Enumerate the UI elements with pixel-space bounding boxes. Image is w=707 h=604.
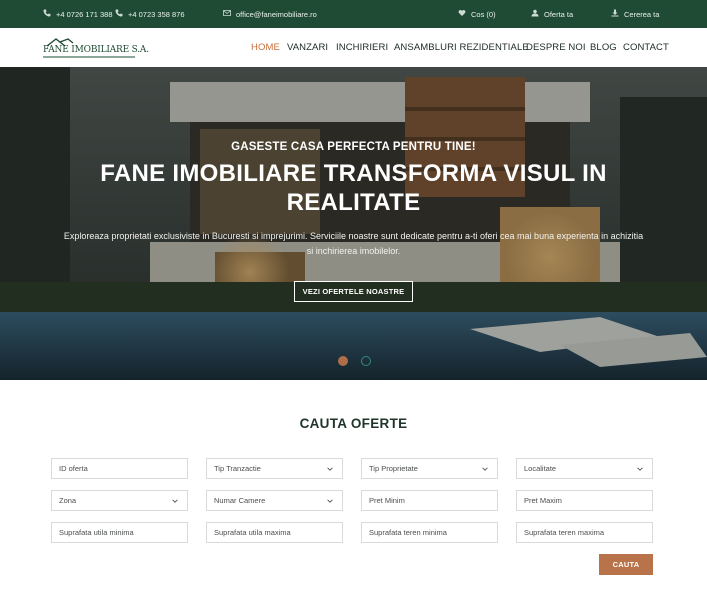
phone-2-text: +4 0723 358 876 [128, 9, 185, 19]
email-link[interactable]: office@faneimobiliare.ro [223, 0, 317, 28]
hero-overlay [0, 67, 707, 380]
heart-icon [458, 9, 466, 19]
search-title: CAUTA OFERTE [299, 416, 408, 431]
logo-text: FANE IMOBILIARE S.A. [43, 45, 149, 55]
phone-icon [115, 9, 123, 19]
user-icon [531, 9, 539, 19]
request-text: Cererea ta [624, 9, 660, 19]
phone-1[interactable]: +4 0726 171 388 [43, 0, 113, 28]
top-contact-bar: +4 0726 171 388 +4 0723 358 876 office@f… [0, 0, 707, 28]
hero-slider: GASESTE CASA PERFECTA PENTRU TINE! FANE … [0, 67, 707, 380]
field-placeholder: Suprafata utila minima [59, 528, 134, 537]
cart-text: Cos (0) [471, 9, 496, 19]
input-suprafata-utila-minima[interactable]: Suprafata utila minima [51, 522, 188, 543]
input-id-oferta[interactable]: ID oferta [51, 458, 188, 479]
nav-item-home[interactable]: HOME [251, 42, 280, 53]
request-link[interactable]: Cererea ta [611, 0, 659, 28]
field-placeholder: ID oferta [59, 464, 88, 473]
field-placeholder: Zona [59, 496, 77, 505]
field-placeholder: Suprafata teren maxima [524, 528, 605, 537]
search-submit-button[interactable]: CAUTA [599, 554, 653, 575]
chevron-down-icon [327, 499, 333, 503]
logo-underline [43, 56, 135, 58]
field-placeholder: Localitate [524, 464, 557, 473]
mail-icon [223, 9, 231, 19]
field-placeholder: Pret Minim [369, 496, 405, 505]
field-placeholder: Tip Tranzactie [214, 464, 261, 473]
field-placeholder: Suprafata utila maxima [214, 528, 291, 537]
input-suprafata-utila-maxima[interactable]: Suprafata utila maxima [206, 522, 343, 543]
nav-item-blog[interactable]: BLOG [590, 42, 617, 53]
download-icon [611, 9, 619, 19]
field-placeholder: Pret Maxim [524, 496, 562, 505]
logo[interactable]: FANE IMOBILIARE S.A. [43, 38, 149, 60]
view-offers-button[interactable]: VEZI OFERTELE NOASTRE [294, 281, 413, 302]
nav-item-vanzari[interactable]: VANZARI [287, 42, 328, 53]
nav-item-inchirieri[interactable]: INCHIRIERI [336, 42, 388, 53]
field-placeholder: Tip Proprietate [369, 464, 418, 473]
hero-description: Exploreaza proprietati exclusiviste in B… [63, 231, 644, 256]
select-localitate[interactable]: Localitate [516, 458, 653, 479]
cart-link[interactable]: Cos (0) [458, 0, 496, 28]
chevron-down-icon [172, 499, 178, 503]
hero-eyebrow: GASESTE CASA PERFECTA PENTRU TINE! [231, 141, 476, 153]
hero-headline: FANE IMOBILIARE TRANSFORMA VISUL IN REAL… [100, 160, 607, 216]
chevron-down-icon [482, 467, 488, 471]
select-zona[interactable]: Zona [51, 490, 188, 511]
phone-2[interactable]: +4 0723 358 876 [115, 0, 185, 28]
input-pret-maxim[interactable]: Pret Maxim [516, 490, 653, 511]
chevron-down-icon [327, 467, 333, 471]
select-tip-tranzactie[interactable]: Tip Tranzactie [206, 458, 343, 479]
offer-link[interactable]: Oferta ta [531, 0, 573, 28]
input-suprafata-teren-maxima[interactable]: Suprafata teren maxima [516, 522, 653, 543]
select-numar-camere[interactable]: Numar Camere [206, 490, 343, 511]
field-placeholder: Numar Camere [214, 496, 266, 505]
phone-1-text: +4 0726 171 388 [56, 9, 113, 19]
slide-dot-1[interactable] [338, 356, 348, 366]
field-placeholder: Suprafata teren minima [369, 528, 447, 537]
select-tip-proprietate[interactable]: Tip Proprietate [361, 458, 498, 479]
input-suprafata-teren-minima[interactable]: Suprafata teren minima [361, 522, 498, 543]
chevron-down-icon [637, 467, 643, 471]
offer-text: Oferta ta [544, 9, 574, 19]
nav-item-contact[interactable]: CONTACT [623, 42, 669, 53]
nav-item-ansambluri[interactable]: ANSAMBLURI REZIDENTIALE [394, 42, 529, 53]
slide-dot-2[interactable] [361, 356, 371, 366]
input-pret-minim[interactable]: Pret Minim [361, 490, 498, 511]
nav-item-despre-noi[interactable]: DESPRE NOI [526, 42, 586, 53]
phone-icon [43, 9, 51, 19]
email-text: office@faneimobiliare.ro [236, 9, 317, 19]
